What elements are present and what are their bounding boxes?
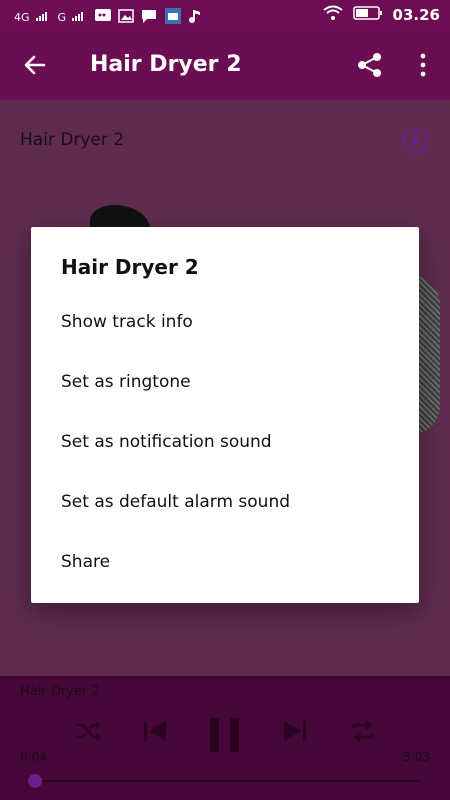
wifi-icon [322, 5, 343, 25]
bbm-icon [94, 8, 112, 27]
menu-item-set-alarm-sound[interactable]: Set as default alarm sound [61, 492, 290, 512]
network-label-g: G [57, 11, 67, 24]
dialog-title: Hair Dryer 2 [61, 255, 199, 279]
menu-item-set-ringtone[interactable]: Set as ringtone [61, 372, 191, 392]
seek-bar[interactable] [28, 774, 420, 788]
menu-item-set-notification-sound[interactable]: Set as notification sound [61, 432, 272, 452]
network-label-4g: 4G [14, 11, 30, 24]
duration-time: 5:03 [403, 750, 430, 764]
back-arrow-icon[interactable] [22, 52, 48, 82]
player-controls [70, 716, 380, 756]
shuffle-icon[interactable] [74, 716, 104, 750]
more-options-icon[interactable] [419, 52, 427, 82]
app-badge-icon [164, 7, 182, 28]
share-icon[interactable] [357, 52, 383, 82]
signal-icon [35, 11, 52, 24]
page-title: Hair Dryer 2 [90, 52, 242, 77]
status-left: 4G G [14, 7, 202, 28]
next-icon[interactable] [280, 716, 310, 750]
track-options-dialog: Hair Dryer 2 Show track info Set as ring… [31, 227, 419, 603]
status-right: 03.26 [322, 5, 440, 25]
play-circle-icon[interactable] [402, 128, 428, 154]
track-title: Hair Dryer 2 [20, 130, 125, 150]
seek-knob[interactable] [28, 774, 43, 788]
app-bar: Hair Dryer 2 [0, 30, 450, 100]
player-track-title: Hair Dryer 2 [20, 684, 100, 699]
status-time: 03.26 [392, 6, 440, 24]
image-icon [118, 9, 134, 26]
repeat-icon[interactable] [348, 716, 378, 750]
elapsed-time: 0:04 [20, 750, 47, 764]
menu-item-show-track-info[interactable]: Show track info [61, 312, 193, 332]
music-note-icon [188, 8, 202, 27]
player-bar: Hair Dryer 2 0:04 5:03 [0, 676, 450, 800]
chat-icon [140, 8, 158, 27]
pause-icon[interactable] [208, 716, 242, 758]
battery-icon [352, 5, 383, 25]
status-bar: 4G G 03.26 [0, 0, 450, 30]
menu-item-share[interactable]: Share [61, 552, 110, 572]
previous-icon[interactable] [140, 716, 170, 750]
signal-icon-2 [72, 11, 88, 24]
